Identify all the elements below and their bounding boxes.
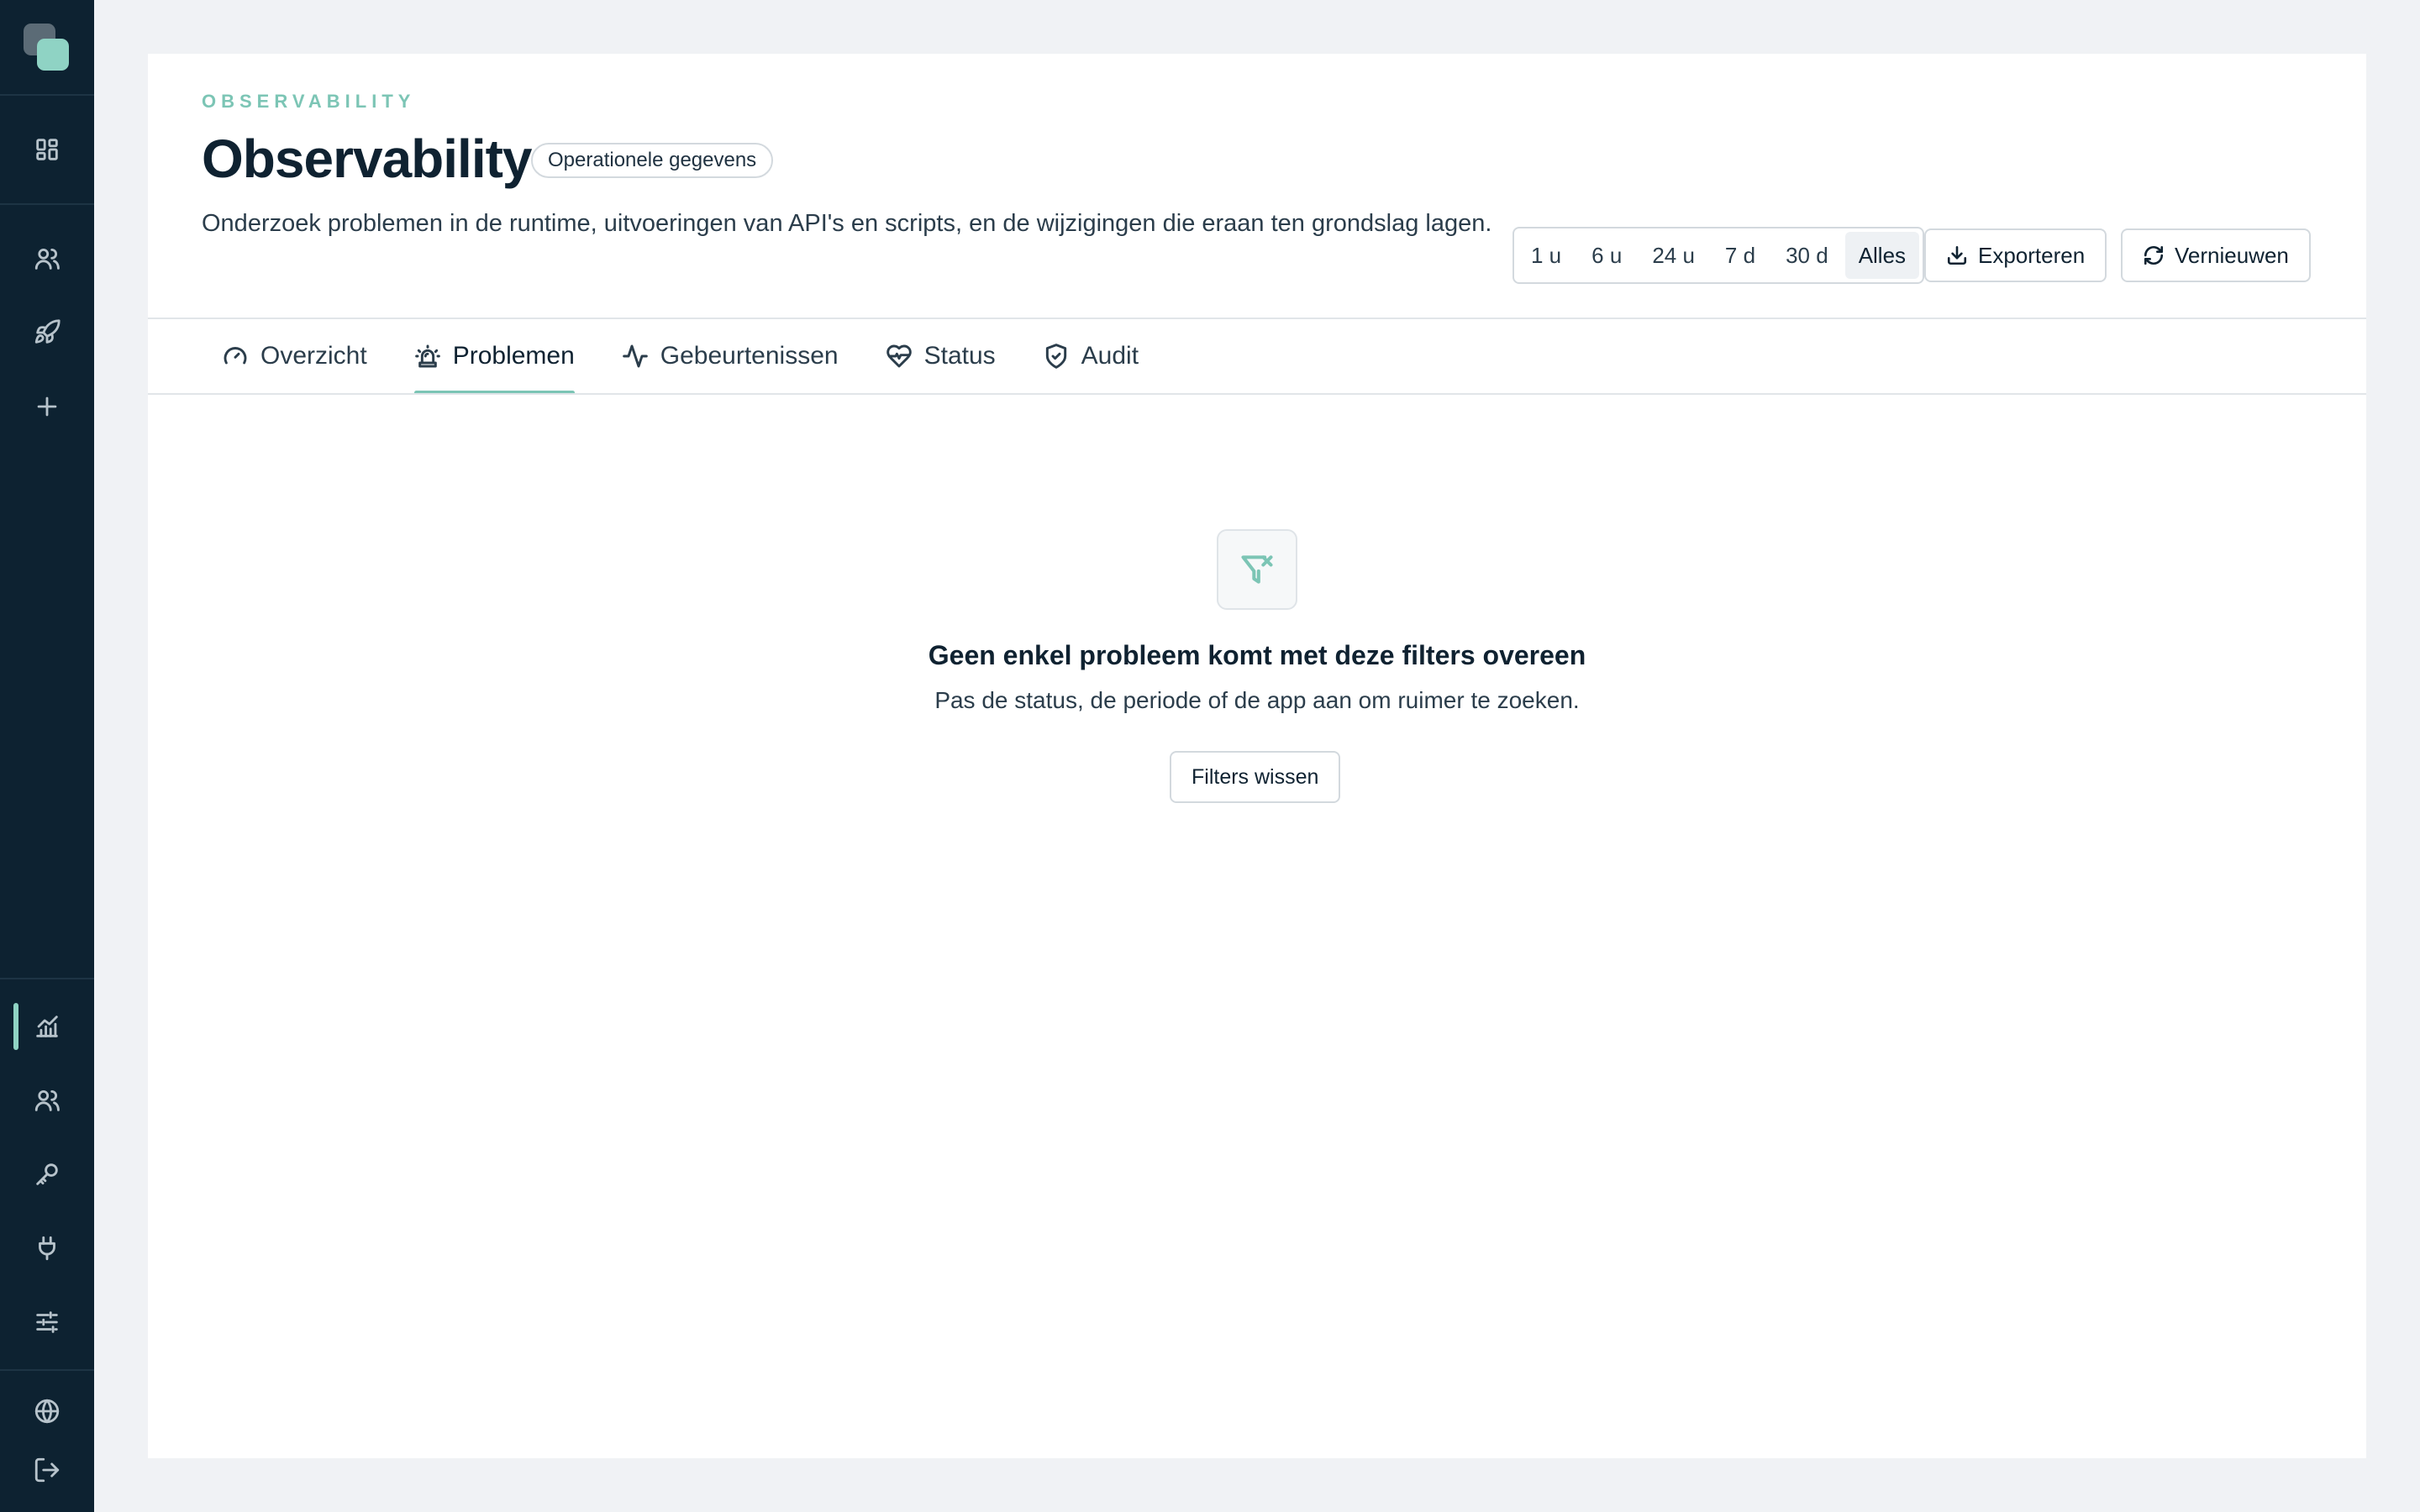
- range-1h[interactable]: 1 u: [1518, 232, 1575, 279]
- shield-check-icon: [1045, 344, 1066, 369]
- tab-label: Problemen: [452, 342, 575, 370]
- sidebar: [0, 0, 94, 1512]
- key-icon[interactable]: [29, 1156, 66, 1193]
- team-icon[interactable]: [29, 1082, 66, 1119]
- rocket-icon[interactable]: [29, 314, 66, 351]
- export-label: Exporteren: [1978, 242, 2086, 268]
- tab-label: Gebeurtenissen: [660, 342, 839, 370]
- range-30d[interactable]: 30 d: [1772, 232, 1842, 279]
- tab-overzicht[interactable]: Overzicht: [222, 319, 367, 393]
- tab-label: Audit: [1081, 342, 1139, 370]
- download-icon: [1947, 245, 1967, 265]
- logout-icon[interactable]: [29, 1452, 66, 1488]
- empty-state-subtitle: Pas de status, de periode of de app aan …: [934, 687, 1580, 713]
- activity-icon: [622, 344, 648, 368]
- tab-status[interactable]: Status: [886, 319, 996, 393]
- sidebar-active-indicator: [13, 1003, 18, 1050]
- tab-gebeurtenissen[interactable]: Gebeurtenissen: [622, 319, 839, 393]
- tab-label: Overzicht: [260, 342, 367, 370]
- refresh-icon: [2144, 245, 2164, 265]
- range-24h[interactable]: 24 u: [1639, 232, 1708, 279]
- dashboard-icon[interactable]: [29, 131, 66, 168]
- tabs-divider: [148, 393, 2366, 395]
- app-logo[interactable]: [24, 24, 71, 71]
- export-button[interactable]: Exporteren: [1924, 228, 2107, 282]
- main-card: OBSERVABILITY Observability Operationele…: [148, 54, 2366, 1458]
- time-range-selector: 1 u 6 u 24 u 7 d 30 d Alles: [1512, 227, 1925, 284]
- filter-x-icon: [1241, 555, 1273, 584]
- refresh-button[interactable]: Vernieuwen: [2121, 228, 2311, 282]
- sidebar-divider: [0, 94, 94, 96]
- plus-icon[interactable]: [29, 388, 66, 425]
- gauge-icon: [224, 347, 247, 365]
- chart-icon[interactable]: [29, 1008, 66, 1045]
- sliders-icon[interactable]: [29, 1304, 66, 1341]
- tab-audit[interactable]: Audit: [1043, 319, 1139, 393]
- sidebar-divider: [0, 1369, 94, 1371]
- refresh-label: Vernieuwen: [2175, 242, 2289, 268]
- status-badge: Operationele gegevens: [531, 143, 774, 178]
- page-title: Observability: [202, 129, 532, 189]
- sidebar-divider: [0, 978, 94, 979]
- siren-icon: [414, 344, 440, 368]
- empty-state-title: Geen enkel probleem komt met deze filter…: [928, 640, 1586, 670]
- tab-bar: Overzicht Problemen Gebeurtenissen Statu…: [222, 319, 1139, 395]
- heart-pulse-icon: [886, 344, 912, 368]
- users-icon[interactable]: [29, 240, 66, 277]
- range-7d[interactable]: 7 d: [1712, 232, 1769, 279]
- globe-icon[interactable]: [29, 1393, 66, 1430]
- page-description: Onderzoek problemen in de runtime, uitvo…: [202, 210, 1492, 237]
- tab-label: Status: [923, 342, 996, 370]
- plug-icon[interactable]: [29, 1230, 66, 1267]
- page-eyebrow: OBSERVABILITY: [202, 91, 416, 112]
- sidebar-divider: [0, 203, 94, 205]
- tab-problemen[interactable]: Problemen: [413, 319, 575, 395]
- clear-filters-button[interactable]: Filters wissen: [1170, 751, 1341, 803]
- range-all[interactable]: Alles: [1844, 232, 1920, 279]
- range-6h[interactable]: 6 u: [1578, 232, 1635, 279]
- empty-state-icon-box: [1217, 529, 1297, 610]
